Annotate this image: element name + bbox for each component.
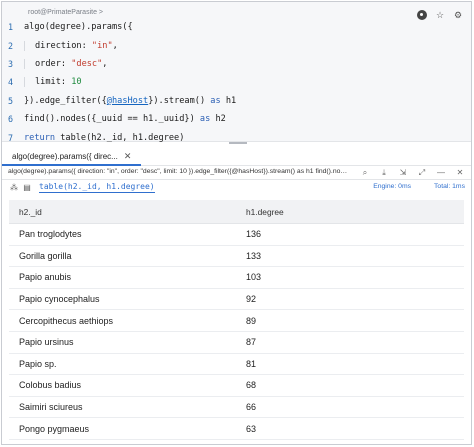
- code-text: direction: "in",: [24, 40, 118, 51]
- collapse-icon[interactable]: ⇲: [398, 167, 408, 178]
- result-toolbar: ⌕ ⤓ ⇲ ⤢ — ✕: [360, 167, 465, 178]
- view-bar: ⁂ ▤ table(h2._id, h1.degree) Engine: 0ms…: [2, 180, 471, 195]
- download-icon[interactable]: ⤓: [379, 167, 389, 178]
- table-body: Pan troglodytes 136 Gorilla gorilla 133 Papi…: [9, 224, 464, 440]
- table-view-icon[interactable]: ▤: [22, 182, 32, 192]
- close-icon[interactable]: ✕: [455, 167, 465, 178]
- code-line[interactable]: 3 order: "desc",: [2, 55, 471, 73]
- app-frame: root@PrimateParasite > ☆ ⚙ 1 algo(degree)…: [1, 1, 472, 445]
- code-token: @hasHost: [106, 95, 149, 106]
- code-text: algo(degree).params({: [24, 22, 133, 32]
- result-tabs: algo(degree).params({ direc... ✕: [2, 148, 471, 166]
- result-tab[interactable]: algo(degree).params({ direc... ✕: [2, 148, 142, 166]
- cell-id: Saimiri sciureus: [19, 402, 83, 413]
- engine-time: Engine: 0ms: [373, 183, 411, 190]
- code-line[interactable]: 6 find().nodes({_uuid == h1._uuid}) as h2: [2, 110, 471, 128]
- code-text: find().nodes({_uuid == h1._uuid}) as h2: [24, 114, 226, 124]
- table-header: h2._id h1.degree: [9, 200, 464, 224]
- code-token: find().nodes({_uuid == h1._uuid}): [24, 114, 200, 125]
- code-token: direction:: [35, 40, 92, 51]
- cell-id: Papio ursinus: [19, 337, 74, 348]
- query-editor[interactable]: root@PrimateParasite > ☆ ⚙ 1 algo(degree)…: [2, 2, 471, 143]
- code-token: 10: [71, 77, 82, 88]
- code-lines[interactable]: 1 algo(degree).params({2 direction: "in", 3…: [2, 18, 471, 147]
- cell-degree: 81: [246, 358, 257, 369]
- query-summary-bar: algo(degree).params({ direction: "in", o…: [2, 166, 471, 180]
- cell-degree: 136: [246, 229, 262, 240]
- cell-degree: 68: [246, 380, 257, 391]
- cell-degree: 133: [246, 250, 262, 261]
- line-number: 6: [8, 114, 14, 125]
- code-text: return table(h2._id, h1.degree): [24, 133, 184, 143]
- table-row[interactable]: Papio ursinus 87: [9, 332, 464, 354]
- code-text: order: "desc",: [24, 58, 108, 69]
- column-header-degree[interactable]: h1.degree: [236, 207, 464, 217]
- cell-degree: 89: [246, 315, 257, 326]
- code-token: "in": [91, 40, 113, 51]
- code-token: "desc": [71, 58, 103, 69]
- code-token: h2: [210, 114, 226, 125]
- line-number: 5: [8, 95, 14, 106]
- table-row[interactable]: Papio cynocephalus 92: [9, 289, 464, 311]
- line-number: 4: [8, 77, 14, 88]
- query-text: algo(degree).params({ direction: "in", o…: [8, 168, 348, 175]
- code-token: table(h2._id, h1.degree): [55, 132, 185, 143]
- result-table: h2._id h1.degree Pan troglodytes 136 Goril…: [9, 200, 464, 440]
- code-text: limit: 10: [24, 77, 82, 88]
- code-line[interactable]: 5 }).edge_filter({@hasHost}).stream() as …: [2, 92, 471, 110]
- breadcrumb[interactable]: root@PrimateParasite >: [28, 9, 103, 16]
- cell-id: Papio sp.: [19, 358, 57, 369]
- cell-degree: 87: [246, 337, 257, 348]
- cell-id: Pongo pygmaeus: [19, 423, 90, 434]
- cell-id: Gorilla gorilla: [19, 250, 72, 261]
- code-token: order:: [35, 58, 72, 69]
- cell-id: Cercopithecus aethiops: [19, 315, 114, 326]
- table-row[interactable]: Saimiri sciureus 66: [9, 397, 464, 419]
- code-token: ,: [102, 58, 108, 69]
- cell-id: Pan troglodytes: [19, 229, 82, 240]
- table-row[interactable]: Colobus badius 68: [9, 375, 464, 397]
- close-icon[interactable]: ✕: [124, 151, 132, 162]
- line-number: 3: [8, 58, 14, 69]
- search-icon[interactable]: ⌕: [360, 167, 370, 178]
- code-token: }).stream(): [148, 95, 211, 106]
- code-token: ,: [112, 40, 118, 51]
- code-line[interactable]: 4 limit: 10: [2, 73, 471, 91]
- table-row[interactable]: Pan troglodytes 136: [9, 224, 464, 246]
- table-row[interactable]: Papio sp. 81: [9, 354, 464, 376]
- code-token: }).edge_filter({: [24, 95, 107, 106]
- line-number: 1: [8, 22, 14, 33]
- table-row[interactable]: Cercopithecus aethiops 89: [9, 310, 464, 332]
- code-token: return: [24, 132, 56, 143]
- table-row[interactable]: Papio anubis 103: [9, 267, 464, 289]
- cell-id: Papio cynocephalus: [19, 294, 100, 305]
- code-text: }).edge_filter({@hasHost}).stream() as h…: [24, 96, 236, 106]
- table-row[interactable]: Gorilla gorilla 133: [9, 246, 464, 268]
- code-token: h1: [220, 95, 237, 106]
- cell-id: Colobus badius: [19, 380, 82, 391]
- cell-degree: 103: [246, 272, 262, 283]
- code-token: as: [199, 114, 211, 125]
- cell-degree: 66: [246, 402, 257, 413]
- table-view-label[interactable]: table(h2._id, h1.degree): [39, 182, 155, 193]
- table-row[interactable]: Pongo pygmaeus 63: [9, 418, 464, 440]
- cell-id: Papio anubis: [19, 272, 72, 283]
- code-token: limit:: [35, 77, 72, 88]
- code-line[interactable]: 1 algo(degree).params({: [2, 18, 471, 36]
- total-time: Total: 1ms: [434, 183, 465, 190]
- cell-degree: 92: [246, 294, 257, 305]
- column-header-id[interactable]: h2._id: [9, 207, 236, 217]
- minimize-icon[interactable]: —: [436, 167, 446, 178]
- cell-degree: 63: [246, 423, 257, 434]
- resize-handle[interactable]: [229, 142, 247, 144]
- code-token: as: [210, 95, 221, 106]
- expand-icon[interactable]: ⤢: [417, 167, 427, 178]
- result-tab-label: algo(degree).params({ direc...: [12, 151, 118, 161]
- line-number: 2: [8, 40, 14, 51]
- line-number: 7: [8, 132, 14, 143]
- graph-view-icon[interactable]: ⁂: [9, 182, 19, 192]
- code-token: algo(degree).params({: [24, 22, 133, 33]
- code-line[interactable]: 2 direction: "in",: [2, 36, 471, 54]
